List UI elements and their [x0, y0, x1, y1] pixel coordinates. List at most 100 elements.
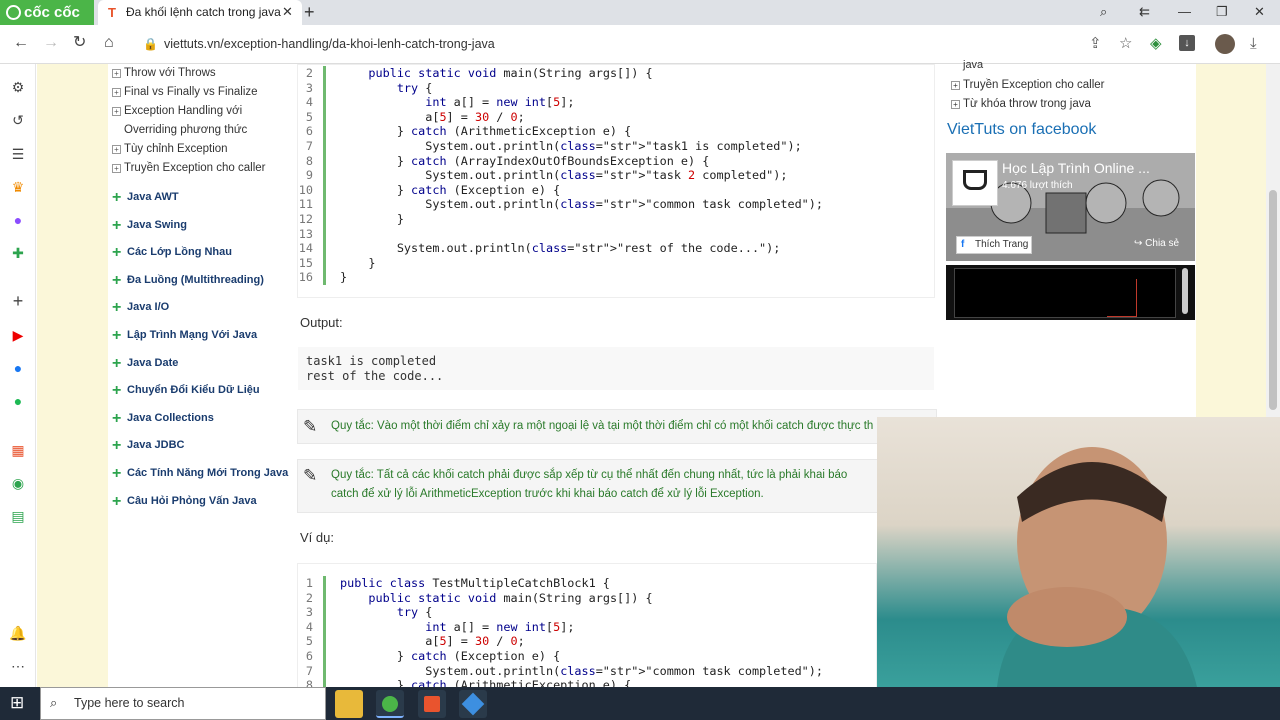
reload-button[interactable]: ↻ [73, 34, 86, 52]
crown-icon[interactable]: ♛ [9, 178, 27, 196]
plus-box-icon: + [112, 107, 121, 116]
plus-icon: + [112, 299, 122, 317]
coccoc-taskbar-icon[interactable] [376, 690, 404, 718]
menu-sub-item[interactable]: + Throw với Throws [108, 64, 288, 83]
menu-item-interview[interactable]: + Câu Hỏi Phỏng Vấn Java [108, 488, 288, 516]
line-number: 6 [298, 648, 326, 664]
messenger-icon[interactable]: ● [9, 211, 27, 229]
plus-box-icon: + [951, 100, 960, 109]
line-number: 5 [298, 109, 326, 125]
close-window-button[interactable]: ✕ [1254, 4, 1265, 20]
menu-sub-item[interactable]: + Exception Handling với [108, 102, 288, 121]
plus-box-icon: + [112, 164, 121, 173]
menu-item-new-features[interactable]: + Các Tính Năng Mới Trong Java [108, 460, 288, 488]
reading-list-icon[interactable]: ☰ [9, 145, 27, 163]
code-line: 6 } catch (Exception e) { [298, 648, 876, 664]
downloads-icon[interactable]: ⤓ [1250, 35, 1257, 52]
maximize-button[interactable]: ❐ [1216, 4, 1228, 20]
menu-item-nested-classes[interactable]: + Các Lớp Lồng Nhau [108, 239, 288, 267]
plus-box-icon: + [112, 145, 121, 154]
gamepad-icon[interactable]: ✚ [9, 244, 27, 262]
code-text: a[5] = 30 / 0; [340, 634, 525, 649]
tab-close-icon[interactable]: ✕ [282, 5, 293, 19]
notification-bell-icon[interactable]: 🔔 [9, 624, 27, 642]
facebook-like-count: 4.676 lượt thích [1002, 180, 1073, 191]
tab-active[interactable]: Đa khối lệnh catch trong java [98, 0, 302, 25]
menu-item-type-conversion[interactable]: + Chuyển Đổi Kiểu Dữ Liệu [108, 377, 288, 405]
menu-item-java-awt[interactable]: + Java AWT [108, 184, 288, 212]
taskbar-search-input[interactable]: Type here to search [40, 687, 326, 720]
rule-text-cont: catch để xử lý lỗi ArithmeticException t… [331, 488, 764, 500]
search-icon: ⌕ [50, 695, 58, 710]
facebook-page-name[interactable]: Học Lập Trình Online ... [1002, 160, 1150, 176]
related-link[interactable]: + Từ khóa throw trong java [950, 95, 1195, 115]
facebook-share-button[interactable]: ↪ Chia sẻ [1134, 238, 1179, 249]
lock-icon[interactable]: 🔒 [143, 37, 158, 51]
browser-menu-button[interactable]: cốc cốc [0, 0, 94, 25]
menu-item-jdbc[interactable]: + Java JDBC [108, 432, 288, 460]
code-line: 3 try { [298, 605, 876, 620]
sheets-icon[interactable]: ▤ [9, 507, 27, 525]
menu-item-multithreading[interactable]: + Đa Luồng (Multithreading) [108, 267, 288, 295]
rule-text: Quy tắc: Vào một thời điểm chỉ xảy ra mộ… [331, 420, 874, 432]
related-link[interactable]: java [950, 56, 1195, 76]
menu-item-java-date[interactable]: + Java Date [108, 350, 288, 378]
line-number: 7 [298, 138, 326, 154]
screenshot-icon[interactable]: ⌕ [1100, 4, 1107, 20]
facebook-page-logo [952, 160, 998, 206]
facebook-like-button[interactable]: f Thích Trang [956, 236, 1032, 254]
avatar[interactable] [1215, 34, 1235, 54]
menu-sub-item-cont[interactable]: Overriding phương thức [108, 121, 288, 140]
file-explorer-icon[interactable] [335, 690, 363, 718]
code-line: 8 } catch (ArithmeticException e) { [298, 678, 876, 687]
menu-sub-item[interactable]: + Tùy chỉnh Exception [108, 140, 288, 159]
code-text: int a[] = new int[5]; [425, 95, 575, 110]
line-number: 13 [298, 226, 326, 242]
spotify-icon[interactable]: ● [9, 392, 27, 410]
line-number: 12 [298, 211, 326, 227]
menu-item-java-io[interactable]: + Java I/O [108, 294, 288, 322]
plus-icon: + [112, 464, 122, 482]
plus-icon: + [112, 437, 122, 455]
code-text: public static void main(String args[]) { [368, 590, 653, 605]
menu-sub-item[interactable]: + Final vs Finally vs Finalize [108, 83, 288, 102]
menu-item-networking[interactable]: + Lập Trình Mạng Với Java [108, 322, 288, 350]
plus-icon: + [112, 244, 122, 262]
menu-item-java-swing[interactable]: + Java Swing [108, 212, 288, 240]
facebook-icon[interactable]: ● [9, 359, 27, 377]
output-label: Output: [300, 315, 343, 330]
menu-item-collections[interactable]: + Java Collections [108, 405, 288, 433]
gear-icon[interactable]: ⚙ [9, 78, 27, 96]
share-icon[interactable]: ⇪ [1089, 35, 1102, 52]
extension-icon[interactable]: ◈ [1150, 35, 1162, 52]
calendar-icon[interactable]: ▦ [9, 441, 27, 459]
home-button[interactable]: ⌂ [104, 34, 114, 52]
add-sidebar-icon[interactable]: + [9, 292, 27, 310]
line-number: 2 [298, 66, 326, 81]
maps-icon[interactable]: ◉ [9, 474, 27, 492]
bookmark-star-icon[interactable]: ☆ [1119, 35, 1132, 52]
download-icon[interactable]: ↓ [1179, 35, 1195, 51]
menu-sub-item[interactable]: + Truyền Exception cho caller [108, 159, 288, 178]
scrollbar-thumb[interactable] [1269, 190, 1277, 410]
video-thumbnail[interactable] [946, 265, 1195, 320]
minimize-button[interactable]: — [1178, 4, 1191, 20]
related-link[interactable]: + Truyền Exception cho caller [950, 76, 1195, 96]
code-block: 1 public class TestMultipleCatchBlock1 {2… [297, 563, 877, 687]
code-text: a[5] = 30 / 0; [340, 109, 525, 124]
url-text[interactable]: viettuts.vn/exception-handling/da-khoi-l… [164, 37, 495, 51]
output-line: rest of the code... [306, 368, 444, 383]
camtasia-icon[interactable] [418, 690, 446, 718]
plus-icon: + [112, 189, 122, 206]
more-icon[interactable]: ⋯ [9, 657, 27, 675]
history-icon[interactable]: ↺ [9, 111, 27, 129]
thumbnail-scrollbar[interactable] [1182, 268, 1188, 314]
youtube-icon[interactable]: ▶ [9, 326, 27, 344]
console-highlight [1107, 279, 1137, 317]
app-cube-icon[interactable] [459, 690, 487, 718]
windows-start-icon[interactable]: ⊞ [10, 694, 24, 712]
history-back-icon[interactable]: ⇇ [1139, 4, 1150, 20]
new-tab-button[interactable]: + [304, 2, 315, 22]
back-button[interactable]: ← [13, 34, 29, 52]
forward-button[interactable]: → [43, 34, 59, 52]
